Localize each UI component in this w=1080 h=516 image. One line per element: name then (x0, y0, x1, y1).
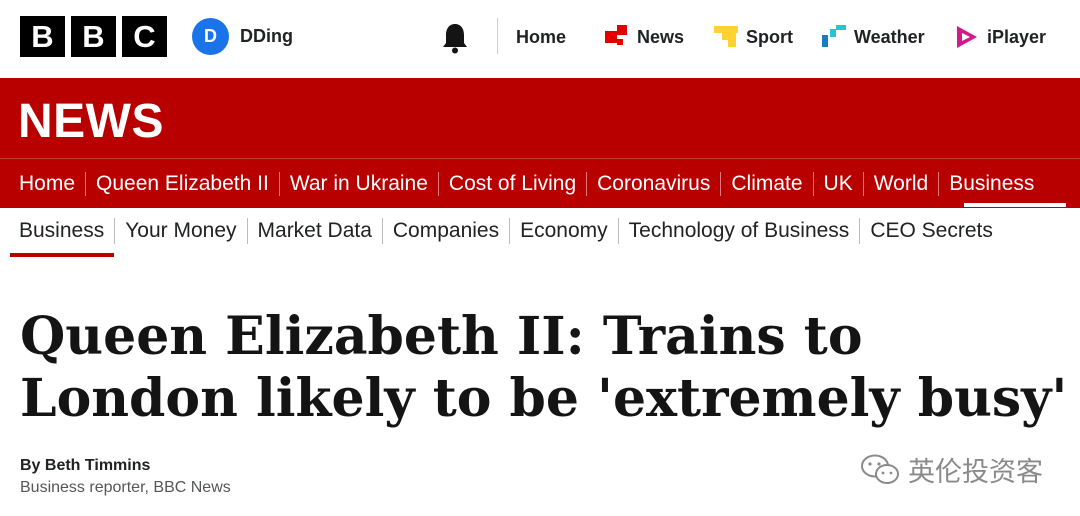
sub-nav-market-data[interactable]: Market Data (248, 218, 383, 244)
sport-icon (714, 26, 738, 47)
sub-nav-economy[interactable]: Economy (510, 218, 619, 244)
news-title[interactable]: NEWS (18, 94, 164, 149)
nav-news-label: News (637, 26, 685, 47)
sub-nav-your-money[interactable]: Your Money (115, 218, 248, 244)
top-bar: B B C D DDing Home News Sport Weather iP… (0, 0, 1080, 78)
account-button[interactable]: D DDing (192, 18, 293, 55)
sub-nav-business[interactable]: Business (0, 218, 116, 244)
logo-letter: C (122, 16, 167, 57)
logo-letter: B (71, 16, 116, 57)
wechat-icon (861, 454, 899, 484)
sub-nav-companies[interactable]: Companies (383, 218, 511, 244)
nav-home[interactable]: Home (516, 24, 566, 50)
author-role: Business reporter, BBC News (20, 479, 231, 496)
section-nav-climate[interactable]: Climate (721, 172, 814, 196)
nav-sport[interactable]: Sport (714, 24, 793, 50)
nav-weather-label: Weather (854, 26, 925, 47)
section-nav-uk[interactable]: UK (814, 172, 864, 196)
watermark-text: 英伦投资客 (908, 457, 1043, 488)
nav-sport-label: Sport (746, 26, 793, 47)
article-headline: Queen Elizabeth II: Trains to London lik… (20, 306, 1068, 429)
section-nav-business[interactable]: Business (939, 172, 1044, 196)
weather-icon (822, 25, 846, 47)
article-author: By Beth Timmins (20, 457, 151, 474)
divider (497, 18, 498, 54)
nav-home-label: Home (516, 26, 567, 47)
nav-weather[interactable]: Weather (822, 24, 925, 50)
active-subsection-indicator (10, 253, 114, 257)
bell-icon[interactable] (440, 22, 470, 54)
section-nav-world[interactable]: World (864, 172, 940, 196)
nav-news[interactable]: News (605, 24, 684, 50)
avatar: D (192, 18, 229, 55)
iplayer-icon (957, 26, 977, 48)
active-section-indicator (964, 203, 1066, 207)
nav-iplayer-label: iPlayer (987, 26, 1047, 47)
watermark: 英伦投资客 (860, 450, 1043, 489)
account-name: DDing (240, 26, 293, 46)
sub-nav: Business Your Money Market Data Companie… (0, 208, 1080, 258)
sub-nav-technology-of-business[interactable]: Technology of Business (619, 218, 861, 244)
bbc-logo[interactable]: B B C (20, 16, 167, 57)
section-nav-war-in-ukraine[interactable]: War in Ukraine (280, 172, 439, 196)
section-nav-home[interactable]: Home (0, 172, 87, 196)
section-nav-coronavirus[interactable]: Coronavirus (587, 172, 722, 196)
section-nav: Home Queen Elizabeth II War in Ukraine C… (0, 158, 1080, 209)
nav-iplayer[interactable]: iPlayer (955, 24, 1046, 50)
sub-nav-ceo-secrets[interactable]: CEO Secrets (860, 218, 1003, 244)
section-nav-cost-of-living[interactable]: Cost of Living (439, 172, 588, 196)
section-nav-queen-elizabeth[interactable]: Queen Elizabeth II (86, 172, 280, 196)
logo-letter: B (20, 16, 65, 57)
news-icon (605, 25, 627, 45)
